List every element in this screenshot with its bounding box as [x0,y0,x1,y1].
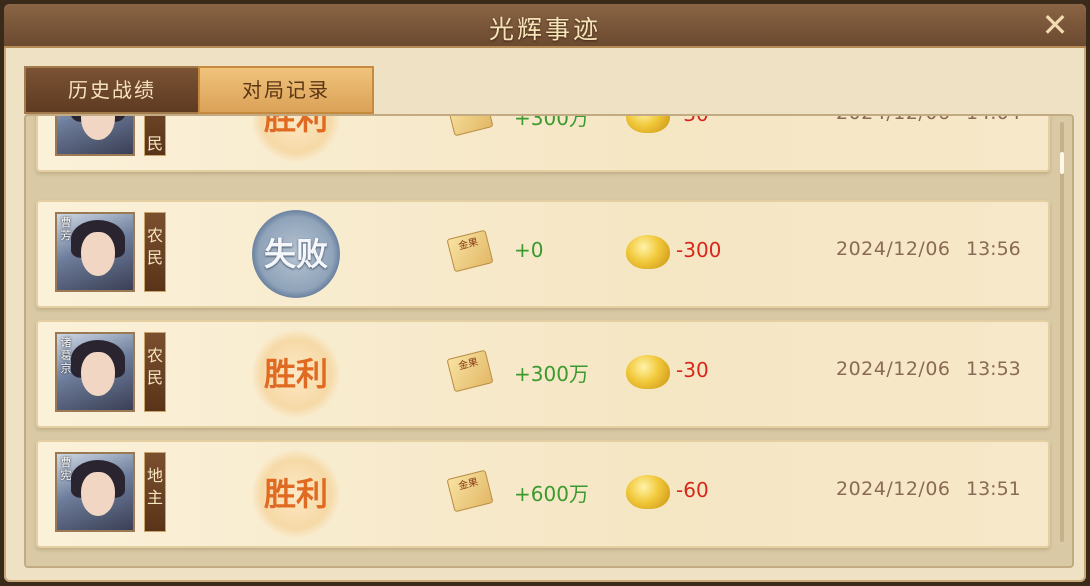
avatar [55,116,135,156]
gain-value: +600万 [514,482,589,506]
close-icon[interactable]: ✕ [1038,8,1072,42]
record-row[interactable]: 诸葛京 农民 胜利 金果 +300万 -30 2024/12/06 13:53 [36,320,1050,428]
records-list[interactable]: 民 胜利 金果 +300万 -30 2024/12/06 14:04 曹芳 农民… [26,116,1072,566]
gain-value: +300万 [514,114,589,130]
record-date: 2024/12/06 [836,478,951,500]
result-badge: 失败 [252,210,340,298]
role-badge: 农民 [144,212,166,292]
result-badge: 胜利 [252,116,340,162]
scrollbar[interactable] [1060,122,1064,542]
loss-value: -30 [676,358,709,382]
gain-value: +0 [514,238,544,262]
gold-ingot-icon [626,116,670,133]
hero-name: 诸葛京 [60,336,72,375]
scrollbar-thumb[interactable] [1060,152,1064,174]
ticket-icon: 金果 [446,349,494,393]
ticket-icon: 金果 [446,116,494,137]
record-row[interactable]: 曹芳 农民 失败 金果 +0 -300 2024/12/06 13:56 [36,200,1050,308]
record-time: 13:56 [966,238,1021,260]
records-panel: 民 胜利 金果 +300万 -30 2024/12/06 14:04 曹芳 农民… [24,114,1074,568]
gold-ingot-icon [626,475,670,509]
role-badge: 地主 [144,452,166,532]
avatar: 诸葛京 [55,332,135,412]
role-badge: 农民 [144,332,166,412]
record-row[interactable]: 民 胜利 金果 +300万 -30 2024/12/06 14:04 [36,114,1050,172]
window-title: 光辉事迹 [488,15,601,44]
record-time: 13:53 [966,358,1021,380]
gold-ingot-icon [626,355,670,389]
role-badge: 民 [144,116,166,156]
gold-ingot-icon [626,235,670,269]
avatar: 曹芳 [55,212,135,292]
loss-value: -30 [676,114,709,126]
result-badge: 胜利 [252,450,340,538]
loss-value: -60 [676,478,709,502]
result-badge: 胜利 [252,330,340,418]
record-date: 2024/12/06 [836,358,951,380]
tab-history-stats[interactable]: 历史战绩 [24,66,200,114]
record-time: 14:04 [966,116,1021,124]
record-date: 2024/12/06 [836,238,951,260]
record-time: 13:51 [966,478,1021,500]
record-row[interactable]: 曹宪 地主 胜利 金果 +600万 -60 2024/12/06 13:51 [36,440,1050,548]
tab-match-records[interactable]: 对局记录 [198,66,374,114]
hero-name: 曹宪 [60,456,72,482]
avatar: 曹宪 [55,452,135,532]
hero-name: 曹芳 [60,216,72,242]
gain-value: +300万 [514,362,589,386]
ticket-icon: 金果 [446,469,494,513]
record-date: 2024/12/06 [836,116,951,124]
loss-value: -300 [676,238,722,262]
record-window: 光辉事迹 ✕ 历史战绩 对局记录 民 胜利 金果 +300万 -30 2024/… [4,4,1086,582]
ticket-icon: 金果 [446,229,494,273]
title-bar: 光辉事迹 ✕ [4,4,1086,48]
